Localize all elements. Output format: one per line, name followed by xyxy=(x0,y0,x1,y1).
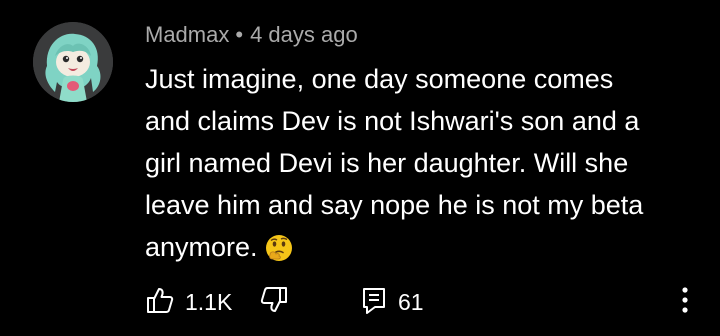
more-vertical-icon xyxy=(682,286,688,318)
meta-separator: • xyxy=(235,22,244,47)
comment-text-line-last: anymore. xyxy=(145,226,705,275)
thumbs-down-icon xyxy=(259,285,289,320)
dislike-button[interactable] xyxy=(259,286,289,318)
comment-reply-icon xyxy=(360,285,388,320)
comment-timestamp[interactable]: 4 days ago xyxy=(250,22,358,47)
comment-actions: 1.1K 61 xyxy=(145,286,705,318)
comment-text-line: girl named Devi is her daughter. Will sh… xyxy=(145,148,629,178)
more-options-button[interactable] xyxy=(678,286,692,318)
author-name[interactable]: Madmax xyxy=(145,22,229,47)
comment-text: Just imagine, one day someone comes and … xyxy=(145,58,705,275)
comment-text-line: leave him and say nope he is not my beta xyxy=(145,190,644,220)
like-button[interactable]: 1.1K xyxy=(145,286,232,318)
avatar[interactable] xyxy=(33,22,113,102)
comment-text-line: and claims Dev is not Ishwari's son and … xyxy=(145,106,640,136)
thinking-face-emoji xyxy=(264,233,294,275)
reply-count: 61 xyxy=(398,289,424,315)
thumbs-up-icon xyxy=(145,285,175,320)
like-count: 1.1K xyxy=(185,289,233,315)
comment-text-line: anymore. xyxy=(145,232,258,262)
comment-text-line: Just imagine, one day someone comes xyxy=(145,64,614,94)
reply-button[interactable]: 61 xyxy=(360,286,424,318)
comment-header: Madmax • 4 days ago xyxy=(145,21,358,49)
comment-card: Madmax • 4 days ago Just imagine, one day … xyxy=(0,0,720,336)
